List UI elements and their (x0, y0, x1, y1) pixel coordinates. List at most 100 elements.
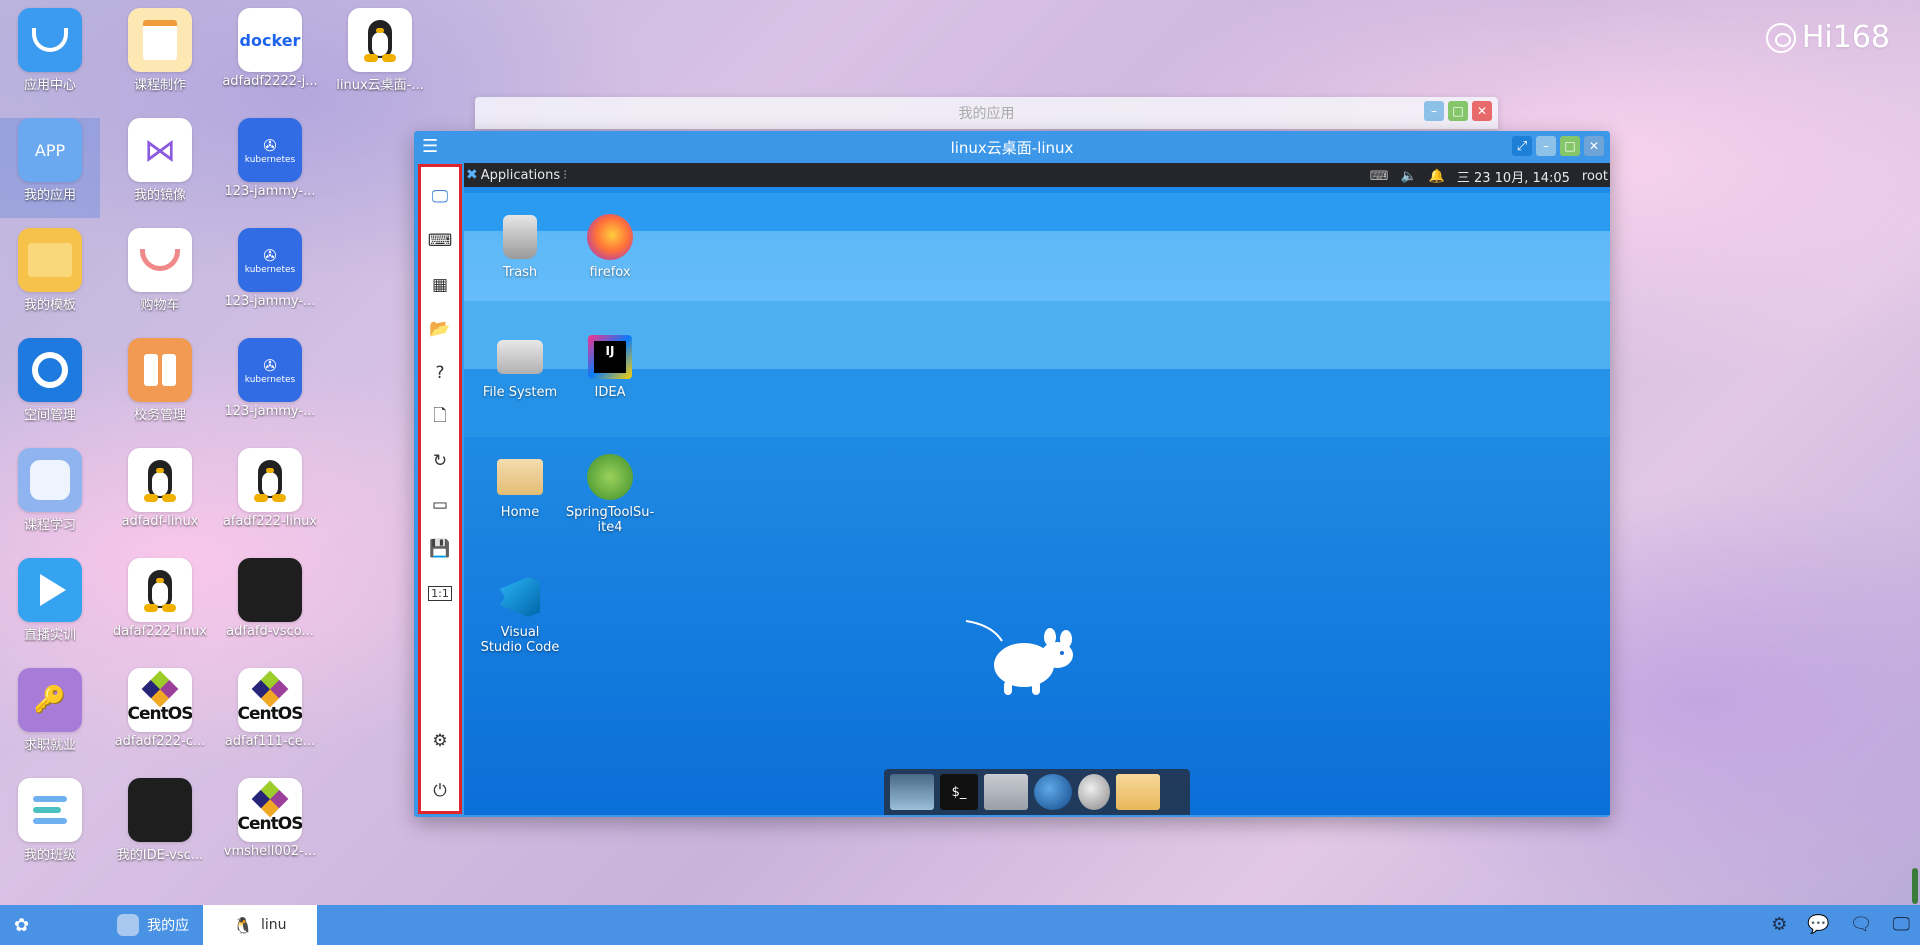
sidebar-scale[interactable]: 1:1 (426, 579, 454, 607)
desktop-icon[interactable]: 我的IDE-vsc... (110, 778, 210, 878)
vscode-screen-icon (128, 778, 192, 842)
xfce-desktop-icon[interactable]: IJ IDEA (570, 333, 650, 400)
desktop-icon[interactable]: ⋈ 我的镜像 (110, 118, 210, 218)
xfce-panel: ✖ Applications ⁝ ⌨ 🔈 🔔 三 23 10月, 14:05 r… (464, 163, 1610, 187)
monitor-icon[interactable]: 🖵 (1893, 914, 1910, 935)
xfce-desktop-icon[interactable]: File System (480, 333, 560, 400)
maximize-icon[interactable]: □ (1560, 136, 1580, 156)
xfce-desktop-icon[interactable]: firefox (570, 213, 650, 280)
sidebar-apps[interactable]: ▦ (426, 271, 454, 299)
sidebar-save[interactable]: 💾 (426, 535, 454, 563)
taskbar-tab-label: 我的应 (147, 918, 190, 934)
desktop-icon-label: afadf222-linux (222, 514, 318, 529)
centos-icon: CentOS (238, 668, 302, 732)
chat-icon[interactable]: 🗨 (1850, 914, 1873, 935)
sidebar-card[interactable]: ▭ (426, 491, 454, 519)
desktop-icon-label: 我的班级 (23, 848, 76, 863)
refresh-icon: ↻ (432, 451, 448, 471)
card-icon: ▭ (431, 495, 449, 515)
volume-muted-icon[interactable]: 🔈 (1400, 169, 1416, 184)
remote-desktop[interactable]: ✖ Applications ⁝ ⌨ 🔈 🔔 三 23 10月, 14:05 r… (464, 163, 1610, 815)
desktop-icon[interactable]: 课程学习 (0, 448, 100, 548)
minimize-icon[interactable]: – (1424, 101, 1444, 121)
wechat-icon[interactable]: 💬 (1807, 914, 1829, 935)
minimize-icon[interactable]: – (1536, 136, 1556, 156)
desktop-icon[interactable]: 直播实训 (0, 558, 100, 658)
desktop-icon[interactable]: ✇ kubernetes 123-jammy-... (220, 228, 320, 328)
web-browser-icon[interactable] (1034, 774, 1072, 810)
desktop-icon[interactable]: afadf222-linux (220, 448, 320, 548)
hi168-logo-icon[interactable]: ✿ (14, 915, 29, 936)
desktop-icon-label: 购物车 (140, 298, 180, 313)
home-folder-icon[interactable] (984, 774, 1028, 810)
sidebar-power[interactable]: ⏻ (426, 777, 454, 805)
desktop-icon[interactable]: ✇ kubernetes 123-jammy-... (220, 338, 320, 438)
desktop-icon[interactable]: 空间管理 (0, 338, 100, 438)
vscode-icon (496, 573, 544, 621)
scrollbar[interactable] (1912, 868, 1918, 904)
desktop-icon[interactable]: CentOS adfadf222-c... (110, 668, 210, 768)
desktop-icon[interactable]: adfadf-linux (110, 448, 210, 548)
tux-icon: 🐧 (233, 915, 254, 935)
bell-icon[interactable]: 🔔 (1429, 169, 1445, 184)
xfce-icon-label: Visual Studio Code (480, 625, 560, 655)
terminal-icon[interactable]: $_ (940, 774, 978, 810)
app-icon (117, 914, 140, 936)
xfce-desktop-icon[interactable]: Visual Studio Code (480, 573, 560, 655)
sidebar-refresh[interactable]: ↻ (426, 447, 454, 475)
window-titlebar[interactable]: ☰ linux云桌面-linux ⤢ – □ ✕ (414, 131, 1610, 161)
sidebar-files[interactable]: 📂 (426, 315, 454, 343)
close-icon[interactable]: ✕ (1584, 136, 1604, 156)
user-label[interactable]: root (1582, 169, 1608, 184)
desktop-icon-label: 直播实训 (23, 628, 76, 643)
desktop-icon[interactable]: CentOS vmshell002-... (220, 778, 320, 878)
desktop-icon[interactable]: 课程制作 (110, 8, 210, 108)
sidebar-help[interactable]: ? (426, 359, 454, 387)
bg-window-my-apps[interactable]: 我的应用 – □ ✕ (475, 97, 1498, 129)
sidebar-settings[interactable]: ⚙ (426, 727, 454, 755)
desktop-icon[interactable]: linux云桌面-... (330, 8, 430, 108)
sidebar-desktop[interactable]: 🖵 (426, 183, 454, 211)
desktop-icon[interactable]: 应用中心 (0, 8, 100, 108)
desktop-icon[interactable]: 购物车 (110, 228, 210, 328)
folder-icon[interactable] (1116, 774, 1160, 810)
desktop-icon[interactable]: ✇ kubernetes 123-jammy-... (220, 118, 320, 218)
clock[interactable]: 三 23 10月, 14:05 (1457, 167, 1570, 186)
desktop-icon-label: adfadf-linux (121, 514, 199, 529)
show-desktop-icon[interactable] (890, 774, 934, 810)
desktop-icon-label: 空间管理 (23, 408, 76, 423)
desktop-icon[interactable]: 我的模板 (0, 228, 100, 328)
xfce-desktop-icon[interactable]: SpringToolSu-ite4 (566, 453, 654, 535)
desktop-icon[interactable]: dafaf222-linux (110, 558, 210, 658)
desktop-icon[interactable]: APP 我的应用 (0, 118, 100, 218)
bg-window-title: 我的应用 (958, 106, 1015, 122)
monitor-icon: 🖵 (431, 187, 449, 207)
close-icon[interactable]: ✕ (1472, 101, 1492, 121)
desktop-icon[interactable]: 🔑 求职就业 (0, 668, 100, 768)
window-title: linux云桌面-linux (950, 139, 1074, 157)
xfce-dock: $_ (884, 769, 1190, 815)
xfce-desktop-icon[interactable]: Trash (480, 213, 560, 280)
taskbar-tab-my-apps[interactable]: 我的应 (103, 905, 203, 945)
taskbar-tab-linux[interactable]: 🐧 linu (203, 905, 317, 945)
help-icon: ? (435, 363, 445, 383)
sidebar-terminal[interactable]: ⌨ (426, 227, 454, 255)
maximize-icon[interactable]: □ (1448, 101, 1468, 121)
main-window[interactable]: ☰ linux云桌面-linux ⤢ – □ ✕ 🖵 ⌨ ▦ 📂? 🗋 ↻ ▭ 💾 1:1 ⚙ ⏻ … (414, 131, 1610, 817)
kubernetes-icon: ✇ kubernetes (238, 118, 302, 182)
fullscreen-icon[interactable]: ⤢ (1512, 136, 1532, 156)
sidebar-file[interactable]: 🗋 (426, 403, 454, 431)
desktop-icon[interactable]: CentOS adfaf111-ce... (220, 668, 320, 768)
keyboard-icon[interactable]: ⌨ (1370, 169, 1389, 184)
search-icon[interactable] (1078, 774, 1110, 810)
xfce-desktop-icon[interactable]: Home (480, 453, 560, 520)
settings-gear-icon[interactable]: ⚙ (1771, 914, 1787, 935)
desktop-icon[interactable]: docker adfadf2222-j... (220, 8, 320, 108)
applications-menu[interactable]: ✖ Applications ⁝ (466, 167, 567, 183)
school-mgmt-icon (128, 338, 192, 402)
desktop-icon[interactable]: 我的班级 (0, 778, 100, 878)
live-icon (18, 558, 82, 622)
desktop-icon-label: linux云桌面-... (336, 78, 424, 93)
desktop-icon[interactable]: adfafd-vsco... (220, 558, 320, 658)
desktop-icon[interactable]: 校务管理 (110, 338, 210, 438)
